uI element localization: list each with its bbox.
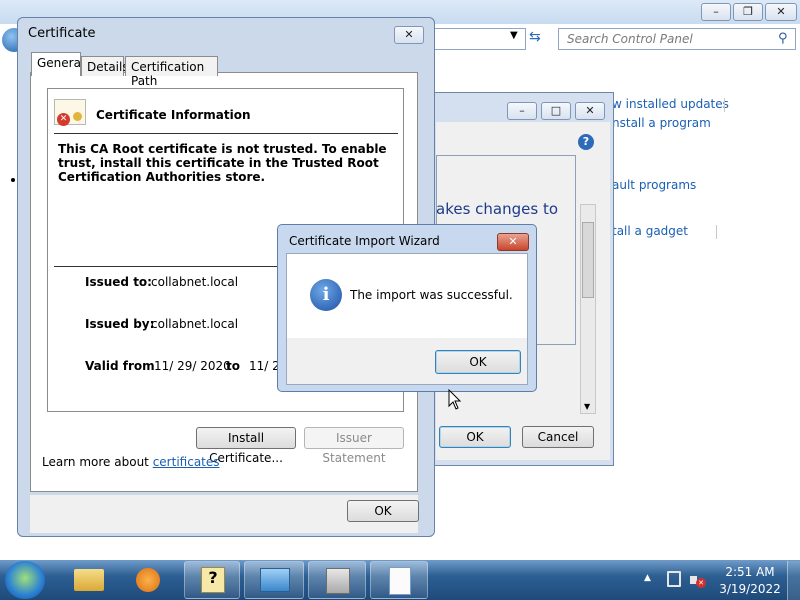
- install-certificate-button[interactable]: Install Certificate...: [196, 427, 296, 465]
- tab-general[interactable]: General: [31, 52, 84, 76]
- dialog-title: Certificate: [28, 26, 96, 41]
- network-icon[interactable]: [667, 571, 681, 587]
- link-divider: [716, 225, 717, 239]
- issued-to-value: collabnet.local: [151, 275, 239, 289]
- tab-certification-path[interactable]: Certification Path: [125, 56, 218, 88]
- media-player-icon: [136, 568, 160, 592]
- install-program-link[interactable]: nstall a program: [612, 116, 711, 130]
- learn-more-text: Learn more about certificates: [42, 455, 220, 469]
- maximize-button[interactable]: □: [541, 102, 571, 120]
- taskbar-certificate-item[interactable]: ?: [184, 561, 240, 599]
- address-dropdown-icon[interactable]: ▼: [510, 30, 518, 41]
- learn-more-label: Learn more about: [42, 455, 149, 469]
- certificate-icon: ✕: [54, 99, 86, 126]
- seal-icon: [73, 112, 82, 121]
- mouse-cursor-icon: [448, 389, 462, 410]
- info-icon: i: [310, 279, 342, 311]
- minimize-button[interactable]: –: [701, 3, 731, 21]
- taskbar-explorer[interactable]: [64, 561, 116, 599]
- link-divider: [724, 98, 725, 112]
- valid-from-label: Valid from: [85, 359, 155, 373]
- clock-date[interactable]: 3/19/2022: [718, 582, 782, 596]
- certificates-link[interactable]: certificates: [153, 455, 220, 469]
- scroll-down-icon[interactable]: ▼: [584, 402, 590, 411]
- issued-to-label: Issued to:: [85, 275, 152, 289]
- minimize-button[interactable]: –: [507, 102, 537, 120]
- view-installed-updates-link[interactable]: w installed updates: [612, 97, 729, 111]
- valid-to-label: to: [226, 359, 240, 373]
- ok-button[interactable]: OK: [347, 500, 419, 522]
- search-input[interactable]: Search Control Panel: [558, 28, 796, 50]
- default-programs-link[interactable]: ault programs: [612, 178, 696, 192]
- wizard-message: The import was successful.: [350, 288, 513, 302]
- taskbar-media-player[interactable]: [122, 561, 174, 599]
- taskbar-mmc[interactable]: [308, 561, 366, 599]
- ok-button[interactable]: OK: [439, 426, 511, 448]
- cancel-button[interactable]: Cancel: [522, 426, 594, 448]
- taskbar-document[interactable]: [370, 561, 428, 599]
- issued-by-label: Issued by:: [85, 317, 155, 331]
- close-button[interactable]: ✕: [575, 102, 605, 120]
- maximize-button[interactable]: ❐: [733, 3, 763, 21]
- divider: [54, 133, 398, 134]
- close-button[interactable]: ✕: [765, 3, 797, 21]
- taskbar-control-panel[interactable]: [244, 561, 304, 599]
- background-heading: akes changes to: [436, 200, 558, 218]
- show-desktop-button[interactable]: [787, 561, 800, 600]
- folder-icon: [74, 569, 104, 591]
- issued-by-value: collabnet.local: [151, 317, 239, 331]
- close-button[interactable]: ✕: [497, 233, 529, 251]
- clock-time[interactable]: 2:51 AM: [718, 565, 782, 579]
- trust-warning: This CA Root certificate is not trusted.…: [58, 142, 387, 184]
- control-panel-icon: [260, 568, 290, 592]
- refresh-icon[interactable]: ⇆: [529, 29, 549, 49]
- help-icon[interactable]: ?: [578, 134, 594, 150]
- volume-muted-icon[interactable]: ✕: [690, 572, 706, 588]
- search-icon[interactable]: ⚲: [778, 31, 788, 46]
- wizard-title: Certificate Import Wizard: [289, 234, 440, 248]
- console-icon: [326, 568, 350, 594]
- mute-badge-icon: ✕: [696, 578, 706, 588]
- certificate-wizard-icon: ?: [201, 567, 225, 593]
- bullet: [11, 178, 15, 182]
- tray-arrow-icon[interactable]: ▲: [644, 573, 651, 583]
- tab-details[interactable]: Details: [81, 56, 129, 76]
- error-icon: ✕: [57, 113, 70, 126]
- close-button[interactable]: ✕: [394, 26, 424, 44]
- ok-button[interactable]: OK: [435, 350, 521, 374]
- valid-from-value: 11/ 29/ 2020: [154, 359, 231, 373]
- start-button[interactable]: [5, 561, 45, 599]
- install-gadget-link[interactable]: tall a gadget: [612, 224, 688, 238]
- issuer-statement-button: Issuer Statement: [304, 427, 404, 465]
- valid-to-value: 11/ 2: [249, 359, 280, 373]
- scrollbar-thumb[interactable]: [582, 222, 594, 298]
- document-icon: [389, 567, 411, 595]
- info-heading: Certificate Information: [96, 108, 251, 122]
